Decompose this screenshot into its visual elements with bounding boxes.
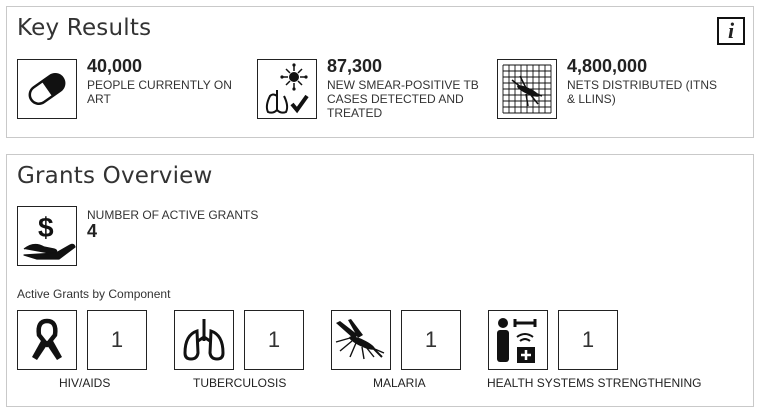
active-grants-label: NUMBER OF ACTIVE GRANTS — [87, 208, 259, 222]
tb-label: NEW SMEAR-POSITIVE TB CASES DETECTED AND… — [327, 78, 479, 120]
mosquito-icon — [331, 310, 391, 370]
key-results-panel: Key Results i 40,000 PEOPLE CURRENTLY ON… — [6, 6, 754, 138]
money-hand-icon: $ — [17, 206, 77, 266]
art-label: PEOPLE CURRENTLY ON ART — [87, 78, 232, 106]
tb-grant-count: 1 — [244, 310, 304, 370]
hss-label: HEALTH SYSTEMS STRENGTHENING — [487, 376, 702, 390]
nets-label: NETS DISTRIBUTED (ITNS & LLINS) — [567, 78, 718, 106]
by-component-label: Active Grants by Component — [17, 287, 171, 301]
grants-overview-title: Grants Overview — [17, 163, 213, 189]
grants-overview-panel: Grants Overview $ NUMBER OF ACTIVE GRANT… — [6, 154, 754, 407]
art-value: 40,000 — [87, 56, 143, 76]
mosquito-net-icon — [497, 59, 557, 119]
malaria-label: MALARIA — [373, 376, 426, 390]
ribbon-icon — [17, 310, 77, 370]
nets-value: 4,800,000 — [567, 56, 648, 76]
tb-lungs-icon — [257, 59, 317, 119]
pill-icon — [17, 59, 77, 119]
health-systems-icon — [488, 310, 548, 370]
hiv-label: HIV/AIDS — [59, 376, 111, 390]
active-grants-value: 4 — [87, 221, 98, 241]
malaria-grant-count: 1 — [401, 310, 461, 370]
hss-grant-count: 1 — [558, 310, 618, 370]
svg-text:$: $ — [38, 212, 54, 243]
tb-value: 87,300 — [327, 56, 383, 76]
lungs-icon — [174, 310, 234, 370]
info-icon[interactable]: i — [717, 17, 745, 45]
tb-component-label: TUBERCULOSIS — [193, 376, 287, 390]
key-results-title: Key Results — [17, 15, 152, 41]
hiv-grant-count: 1 — [87, 310, 147, 370]
